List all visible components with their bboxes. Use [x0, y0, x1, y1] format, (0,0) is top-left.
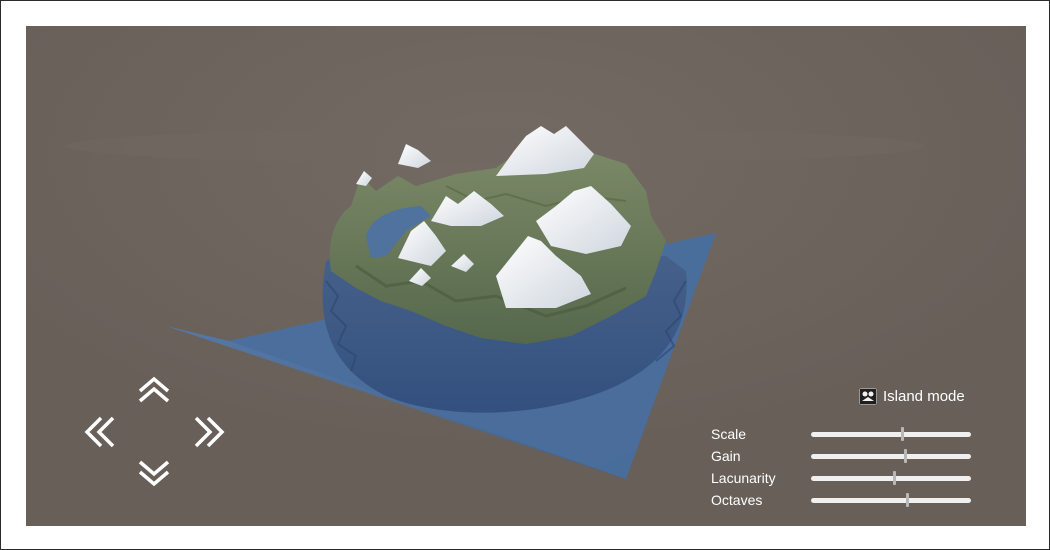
island-mode-checkbox[interactable]: [859, 387, 877, 405]
slider-label: Lacunarity: [711, 470, 776, 486]
checkmark-icon: [860, 388, 876, 404]
slider-octaves: Octaves: [711, 492, 981, 510]
slider-thumb[interactable]: [901, 427, 905, 441]
lacunarity-slider[interactable]: [811, 471, 971, 485]
snow-peak: [356, 171, 372, 186]
slider-label: Gain: [711, 448, 741, 464]
scale-slider[interactable]: [811, 427, 971, 441]
double-chevron-up-icon: [138, 376, 170, 403]
window-frame: Island mode Scale Gain Lacunarity Octave…: [0, 0, 1050, 550]
island-mode-label: Island mode: [883, 387, 965, 405]
camera-up-button[interactable]: [134, 371, 174, 407]
slider-lacunarity: Lacunarity: [711, 470, 981, 488]
camera-right-button[interactable]: [188, 414, 228, 450]
snow-peak: [496, 126, 594, 176]
camera-down-button[interactable]: [134, 456, 174, 492]
camera-left-button[interactable]: [81, 414, 121, 450]
snow-peak: [398, 144, 431, 168]
slider-scale: Scale: [711, 426, 981, 444]
double-chevron-down-icon: [138, 460, 170, 487]
gain-slider[interactable]: [811, 449, 971, 463]
slider-label: Scale: [711, 426, 747, 442]
island-mode-toggle[interactable]: Island mode: [859, 385, 965, 407]
slider-gain: Gain: [711, 448, 981, 466]
slider-label: Octaves: [711, 492, 763, 508]
slider-thumb[interactable]: [906, 493, 909, 507]
double-chevron-right-icon: [194, 416, 225, 448]
3d-viewport[interactable]: Island mode Scale Gain Lacunarity Octave…: [26, 26, 1026, 526]
double-chevron-left-icon: [84, 416, 115, 448]
octaves-slider[interactable]: [811, 493, 971, 507]
slider-thumb[interactable]: [904, 449, 908, 463]
slider-thumb[interactable]: [893, 471, 897, 485]
